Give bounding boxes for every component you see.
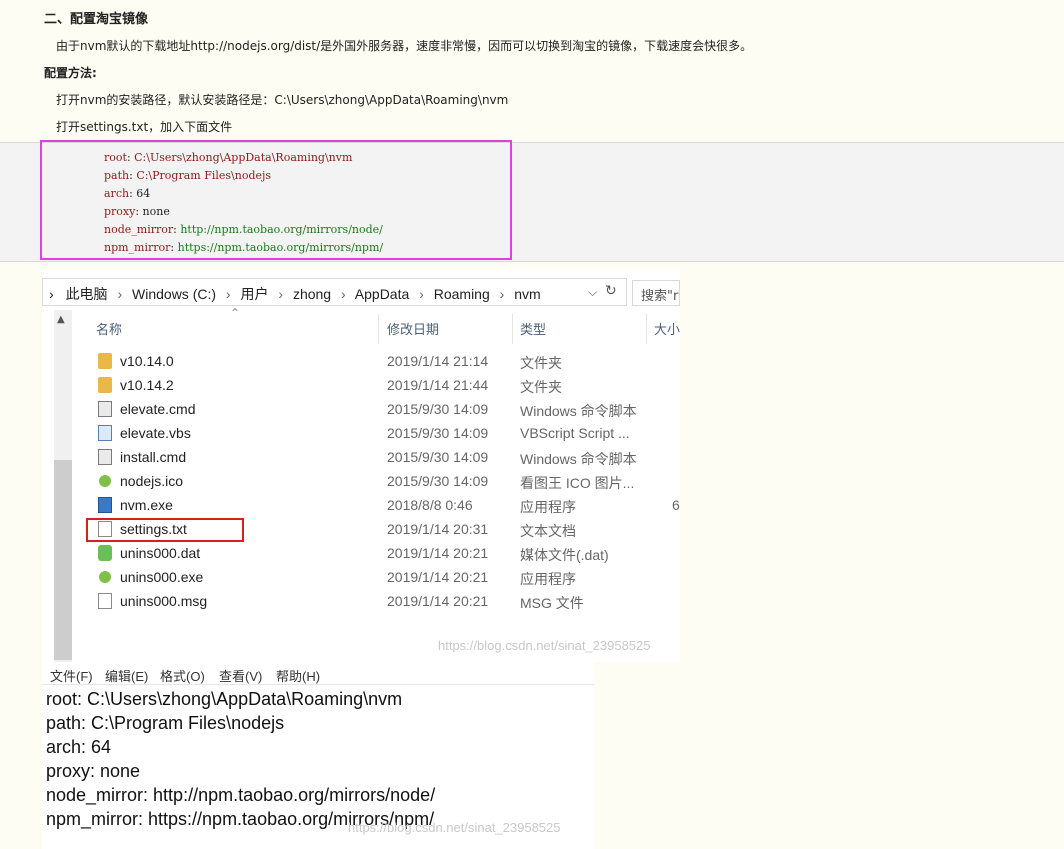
step-two-text: 打开settings.txt，加入下面文件: [56, 120, 233, 134]
notepad-text-area[interactable]: root: C:\Users\zhong\AppData\Roaming\nvm…: [46, 687, 435, 831]
method-label: 配置方法:: [44, 66, 97, 80]
cmd-file-icon: [98, 449, 112, 465]
code-block: root: C:\Users\zhong\AppData\Roaming\nvm…: [104, 149, 383, 257]
chevron-right-icon: ›: [278, 286, 284, 302]
menu-edit[interactable]: 编辑(E): [105, 666, 148, 685]
file-row[interactable]: nvm.exe 2018/8/8 0:46 应用程序 6: [88, 493, 680, 517]
column-divider[interactable]: [378, 314, 379, 344]
text-line: arch: 64: [46, 737, 112, 757]
file-row[interactable]: install.cmd 2015/9/30 14:09 Windows 命令脚本: [88, 445, 680, 469]
code-line: proxy: none: [104, 205, 170, 218]
menu-bar: 文件(F) 编辑(E) 格式(O) 查看(V) 帮助(H): [42, 662, 594, 685]
code-line: arch: 64: [104, 187, 151, 200]
folder-icon: [98, 377, 112, 393]
column-divider[interactable]: [646, 314, 647, 344]
code-line: npm_mirror: https://npm.taobao.org/mirro…: [104, 241, 384, 254]
vbs-file-icon: [98, 425, 112, 441]
breadcrumb-item[interactable]: Roaming: [434, 286, 490, 302]
column-header-size[interactable]: 大小: [654, 319, 680, 338]
exe-icon: [98, 497, 112, 513]
scroll-thumb[interactable]: [54, 460, 72, 660]
text-line: root: C:\Users\zhong\AppData\Roaming\nvm: [46, 689, 403, 709]
column-header-name[interactable]: 名称: [96, 319, 122, 338]
dat-file-icon: [98, 545, 112, 561]
breadcrumb-item[interactable]: Windows (C:): [132, 286, 216, 302]
scroll-up-icon[interactable]: ▲: [57, 314, 65, 325]
breadcrumb-item[interactable]: 用户: [240, 286, 268, 302]
folder-icon: [98, 353, 112, 369]
intro-paragraph: 由于nvm默认的下载地址http://nodejs.org/dist/是外国外服…: [56, 39, 753, 53]
column-header-row: 名称 修改日期 类型 大小: [88, 310, 680, 344]
text-file-icon: [98, 593, 112, 609]
file-row[interactable]: elevate.vbs 2015/9/30 14:09 VBScript Scrip…: [88, 421, 680, 445]
cmd-file-icon: [98, 401, 112, 417]
breadcrumb-item[interactable]: zhong: [293, 286, 331, 302]
code-line: root: C:\Users\zhong\AppData\Roaming\nvm: [104, 151, 353, 164]
nodejs-icon: [99, 571, 111, 583]
step-one-text: 打开nvm的安装路径，默认安装路径是：C:\Users\zhong\AppDat…: [56, 93, 509, 107]
refresh-icon[interactable]: ↻: [605, 283, 617, 299]
column-divider[interactable]: [512, 314, 513, 344]
section-heading: 二、配置淘宝镜像: [44, 12, 149, 27]
chevron-right-icon: ›: [225, 286, 231, 302]
file-explorer: › 此电脑 › Windows (C:) › 用户 › zhong › AppD…: [42, 270, 680, 662]
code-line: node_mirror: http://npm.taobao.org/mirro…: [104, 223, 383, 236]
breadcrumb-chevron-icon[interactable]: ›: [49, 286, 54, 302]
vertical-scrollbar[interactable]: ▲: [54, 310, 72, 662]
file-row[interactable]: unins000.exe 2019/1/14 20:21 应用程序: [88, 565, 680, 589]
watermark: https://blog.csdn.net/sinat_23958525: [438, 638, 651, 653]
chevron-down-icon[interactable]: ⌵: [588, 285, 597, 300]
settings-highlight-box: [86, 518, 244, 542]
text-line: proxy: none: [46, 761, 141, 781]
text-line: path: C:\Program Files\nodejs: [46, 713, 285, 733]
breadcrumb-item[interactable]: AppData: [355, 286, 409, 302]
search-input[interactable]: 搜索"r: [632, 280, 680, 306]
breadcrumb-item[interactable]: nvm: [514, 286, 540, 302]
code-line: path: C:\Program Files\nodejs: [104, 169, 272, 182]
breadcrumb-item[interactable]: 此电脑: [66, 286, 108, 302]
file-row[interactable]: elevate.cmd 2015/9/30 14:09 Windows 命令脚本: [88, 397, 680, 421]
file-row[interactable]: unins000.msg 2019/1/14 20:21 MSG 文件: [88, 589, 680, 613]
watermark: https://blog.csdn.net/sinat_23958525: [348, 820, 561, 835]
chevron-right-icon: ›: [340, 286, 346, 302]
text-line: node_mirror: http://npm.taobao.org/mirro…: [46, 785, 436, 805]
menu-format[interactable]: 格式(O): [160, 666, 205, 685]
file-row[interactable]: v10.14.0 2019/1/14 21:14 文件夹: [88, 349, 680, 373]
menu-view[interactable]: 查看(V): [219, 666, 262, 685]
chevron-right-icon: ›: [117, 286, 123, 302]
menu-file[interactable]: 文件(F): [50, 666, 93, 685]
file-row[interactable]: v10.14.2 2019/1/14 21:44 文件夹: [88, 373, 680, 397]
chevron-right-icon: ›: [499, 286, 505, 302]
address-bar[interactable]: › 此电脑 › Windows (C:) › 用户 › zhong › AppD…: [42, 278, 627, 306]
column-header-type[interactable]: 类型: [520, 319, 546, 338]
menu-help[interactable]: 帮助(H): [276, 666, 320, 685]
chevron-right-icon: ›: [419, 286, 424, 302]
column-header-date[interactable]: 修改日期: [387, 319, 439, 338]
breadcrumb: › 此电脑 › Windows (C:) › 用户 › zhong › AppD…: [49, 284, 541, 304]
nodejs-icon: [99, 475, 111, 487]
file-row[interactable]: nodejs.ico 2015/9/30 14:09 看图王 ICO 图片...: [88, 469, 680, 493]
file-row[interactable]: unins000.dat 2019/1/14 20:21 媒体文件(.dat): [88, 541, 680, 565]
